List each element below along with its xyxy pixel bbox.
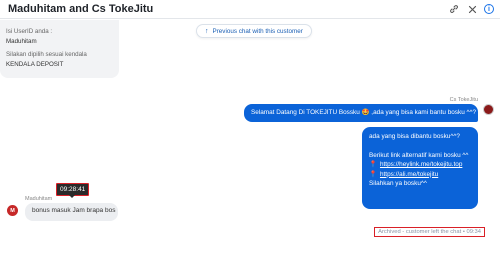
link-icon[interactable] bbox=[448, 3, 460, 15]
chat-header: Maduhitam and Cs TokeJitu i bbox=[0, 0, 500, 19]
previous-message-line: Isi UserID anda : bbox=[6, 28, 53, 35]
customer-message-bubble: bonus masuk Jam brapa bos bbox=[25, 203, 118, 221]
agent-message-text: Selamat Datang Di TOKEJITU Bossku 🤩 ,ada… bbox=[251, 109, 477, 116]
chat-title: Maduhitam and Cs TokeJitu bbox=[8, 3, 154, 15]
link-row: 📍 https://heylink.me/tokejitu.top bbox=[369, 160, 471, 170]
agent-message-bubble: Selamat Datang Di TOKEJITU Bossku 🤩 ,ada… bbox=[244, 104, 478, 122]
customer-message-text: bonus masuk Jam brapa bos bbox=[32, 207, 116, 214]
pin-icon: 📍 bbox=[369, 161, 377, 168]
arrow-up-icon: ↑ bbox=[205, 27, 209, 35]
customer-avatar: M bbox=[7, 205, 18, 216]
agent-name: Cs TokeJitu bbox=[449, 97, 478, 103]
agent-avatar bbox=[483, 104, 494, 115]
link-ali[interactable]: https://ali.me/tokejitu bbox=[380, 171, 438, 178]
agent-message-text: ada yang bisa dibantu bosku^^? bbox=[369, 133, 460, 140]
header-actions: i bbox=[448, 3, 494, 15]
info-icon[interactable]: i bbox=[484, 4, 494, 14]
previous-chat-label: Previous chat with this customer bbox=[212, 27, 303, 35]
agent-message-text: Berikut link alternatif kami bosku ^^ bbox=[369, 151, 469, 159]
previous-message-bubble: Isi UserID anda : Maduhitam Silakan dipi… bbox=[0, 20, 119, 78]
agent-message-text: Silahkan ya bosku^^ bbox=[369, 180, 427, 187]
previous-message-line: Maduhitam bbox=[6, 37, 37, 45]
previous-chat-button[interactable]: ↑ Previous chat with this customer bbox=[196, 24, 312, 38]
archived-status: Archived - customer left the chat • 09:3… bbox=[374, 227, 485, 237]
link-heylink[interactable]: https://heylink.me/tokejitu.top bbox=[380, 161, 462, 168]
customer-name: Maduhitam bbox=[25, 196, 53, 202]
tooltip-caret bbox=[69, 195, 75, 198]
previous-message-line: KENDALA DEPOSIT bbox=[6, 60, 64, 68]
agent-message-bubble: ada yang bisa dibantu bosku^^? Berikut l… bbox=[362, 127, 478, 209]
chat-window: Maduhitam and Cs TokeJitu i Isi UserID a… bbox=[0, 0, 500, 264]
close-icon[interactable] bbox=[466, 3, 478, 15]
message-list[interactable]: Isi UserID anda : Maduhitam Silakan dipi… bbox=[0, 20, 500, 264]
previous-message-line: Silakan dipilih sesuai kendala bbox=[6, 51, 87, 58]
pin-icon: 📍 bbox=[369, 170, 377, 178]
link-row: 📍 https://ali.me/tokejitu bbox=[369, 170, 471, 180]
